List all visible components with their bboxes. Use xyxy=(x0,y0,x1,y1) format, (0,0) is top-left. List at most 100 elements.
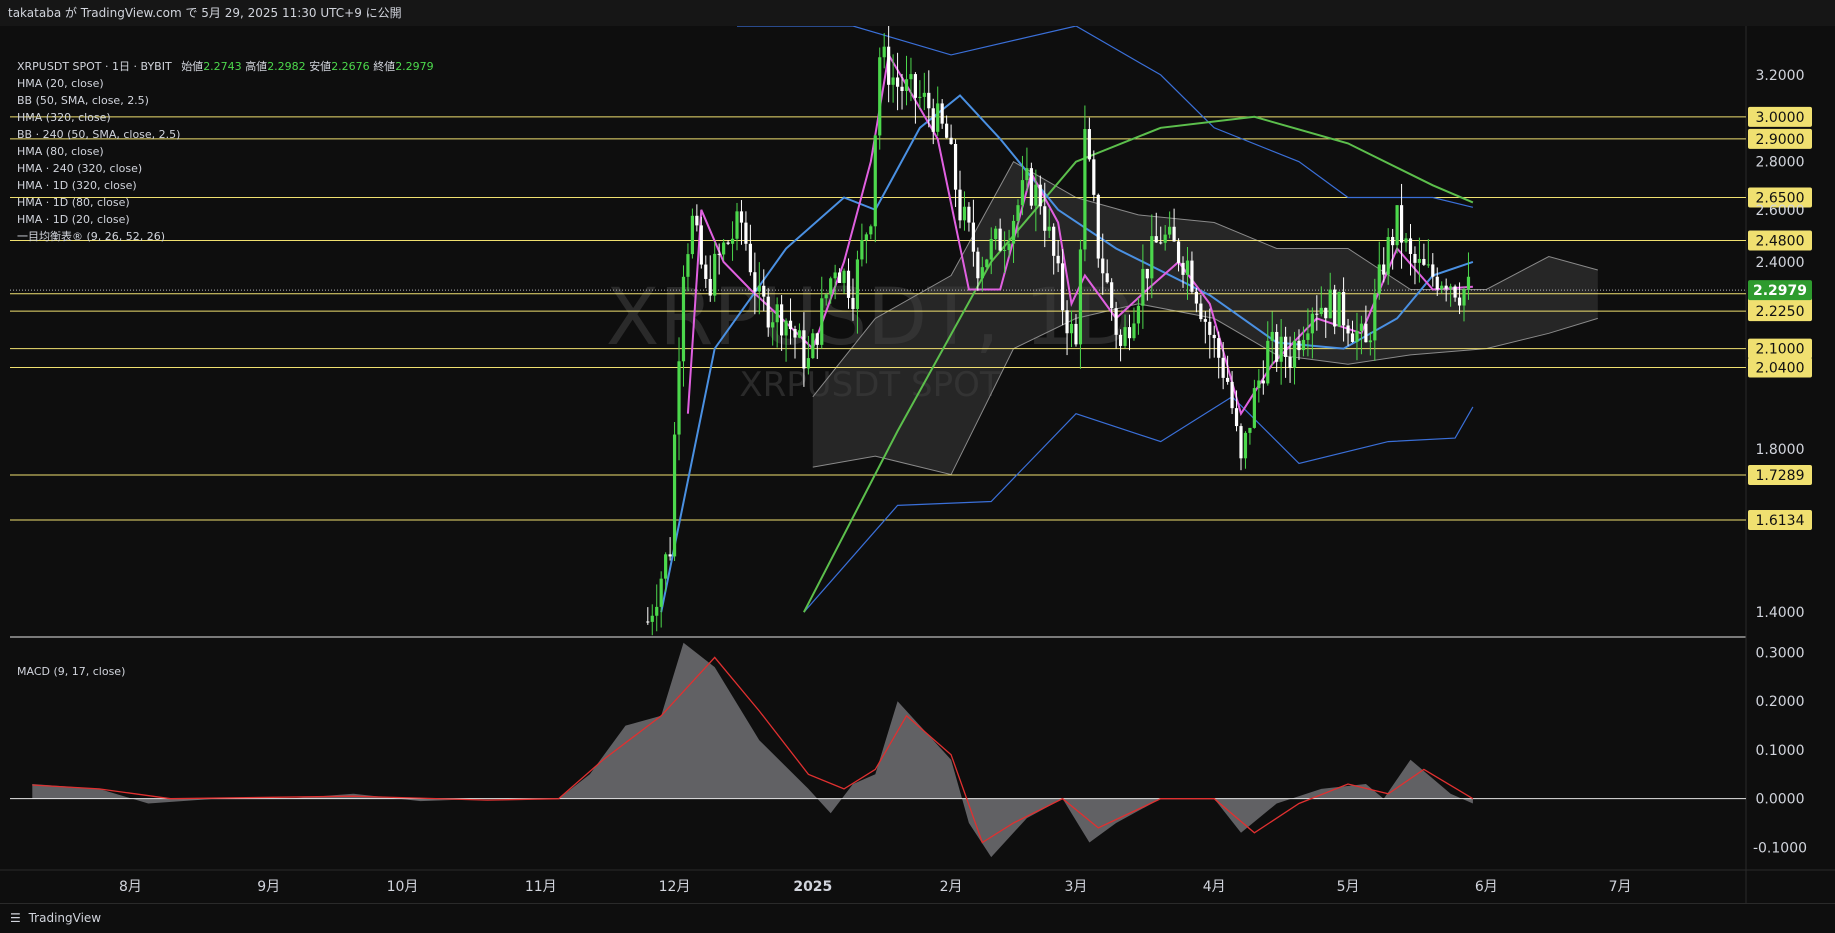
candle-body xyxy=(1292,340,1297,368)
candle-body xyxy=(1003,250,1007,252)
candle-body xyxy=(1324,307,1328,319)
candle-body xyxy=(1083,129,1087,250)
candle-body xyxy=(1208,321,1212,335)
indicator-bb-50[interactable]: BB (50, SMA, close, 2.5) xyxy=(17,92,434,109)
candle-body xyxy=(976,251,980,279)
indicator-hma-1d-20[interactable]: HMA · 1D (20, close) xyxy=(17,211,434,228)
candle-body xyxy=(1315,313,1319,315)
candle-body xyxy=(1391,236,1395,246)
candle-body xyxy=(659,578,663,607)
level-label-8: 1.7289 xyxy=(1756,468,1805,484)
level-label-0: 3.0000 xyxy=(1756,110,1805,126)
candle-body xyxy=(1248,427,1252,433)
candle-body xyxy=(1462,289,1466,306)
candle-body xyxy=(806,358,810,369)
indicator-hma-1d-80[interactable]: HMA · 1D (80, close) xyxy=(17,194,434,211)
candle-body xyxy=(1123,327,1127,346)
time-tick-9: 5月 xyxy=(1337,879,1360,895)
candle-body xyxy=(1221,357,1225,378)
footer-brand: TradingView xyxy=(28,911,102,925)
candle-body xyxy=(1096,194,1100,259)
ohlc-low-value: 2.2676 xyxy=(331,60,370,73)
candle-body xyxy=(824,294,828,299)
level-label-7: 2.0400 xyxy=(1756,360,1805,376)
candle-body xyxy=(681,276,686,362)
ohlc-low-label: 安値 xyxy=(309,60,332,73)
indicator-bb-240[interactable]: BB · 240 (50, SMA, close, 2.5) xyxy=(17,126,434,143)
candle-body xyxy=(927,92,931,109)
candle-body xyxy=(971,222,975,252)
candle-body xyxy=(1176,241,1181,263)
footer-bar: ☰ TradingView xyxy=(0,903,1835,932)
level-label-6: 2.1000 xyxy=(1756,342,1805,358)
candle-body xyxy=(650,615,654,622)
candle-body xyxy=(1350,333,1355,342)
candle-body xyxy=(672,434,677,557)
candle-body xyxy=(748,243,752,273)
candle-body xyxy=(1056,255,1060,264)
candle-body xyxy=(833,272,837,279)
candle-body xyxy=(780,304,784,336)
indicator-ichimoku[interactable]: 一目均衡表® (9, 26, 52, 26) xyxy=(17,228,434,245)
candle-body xyxy=(811,333,815,359)
macd-legend[interactable]: MACD (9, 17, close) xyxy=(17,665,125,678)
macd-tick-4: -0.1000 xyxy=(1753,840,1807,856)
level-label-5: 2.2250 xyxy=(1756,304,1805,320)
candle-body xyxy=(1306,333,1310,340)
candle-body xyxy=(1413,253,1417,263)
indicator-hma-240-320[interactable]: HMA · 240 (320, close) xyxy=(17,160,434,177)
candle-body xyxy=(1404,238,1408,243)
candle-body xyxy=(1444,285,1448,289)
ohlc-high-label: 高値 xyxy=(245,60,268,73)
level-label-3: 2.4800 xyxy=(1756,234,1805,250)
time-tick-10: 6月 xyxy=(1475,879,1498,895)
candle-body xyxy=(1373,293,1377,341)
candle-body xyxy=(1337,291,1341,327)
indicator-hma-1d-320[interactable]: HMA · 1D (320, close) xyxy=(17,177,434,194)
ohlc-high-value: 2.2982 xyxy=(267,60,306,73)
candle-body xyxy=(1341,291,1346,326)
candle-body xyxy=(882,46,886,58)
candle-body xyxy=(1275,331,1279,362)
candle-body xyxy=(1364,323,1368,343)
tradingview-logo-icon: ☰ xyxy=(10,911,21,925)
price-tick-2: 2.6000 xyxy=(1756,203,1805,219)
candle-body xyxy=(1399,205,1404,243)
candle-body xyxy=(909,74,913,80)
candle-body xyxy=(945,123,949,138)
time-tick-6: 2月 xyxy=(940,879,963,895)
candle-body xyxy=(699,225,703,265)
candle-body xyxy=(953,143,958,190)
candle-body xyxy=(1011,220,1016,244)
candle-body xyxy=(677,361,681,435)
legend-symbol-row: XRPUSDT SPOT · 1日 · BYBIT 始値2.2743 高値2.2… xyxy=(17,58,434,75)
candle-body xyxy=(1118,334,1123,346)
indicator-hma-320[interactable]: HMA (320, close) xyxy=(17,109,434,126)
time-tick-0: 8月 xyxy=(119,879,142,895)
candle-body xyxy=(1239,426,1243,459)
price-tick-4: 1.8000 xyxy=(1756,442,1805,458)
candle-body xyxy=(1016,205,1020,221)
candle-body xyxy=(664,554,668,579)
ohlc-close-value: 2.2979 xyxy=(395,60,434,73)
candle-body xyxy=(717,253,721,255)
candle-body xyxy=(1127,327,1132,339)
candle-body xyxy=(1328,289,1332,319)
candle-body xyxy=(1288,356,1292,368)
candle-body xyxy=(855,259,860,309)
candle-body xyxy=(1203,319,1207,322)
candle-body xyxy=(655,606,659,616)
candle-body xyxy=(730,238,735,244)
candle-body xyxy=(739,211,744,223)
candle-body xyxy=(1074,323,1078,345)
candle-body xyxy=(1163,234,1167,243)
candle-body xyxy=(1168,226,1172,235)
candle-body xyxy=(788,320,793,330)
candle-body xyxy=(1194,291,1199,304)
indicator-hma-20[interactable]: HMA (20, close) xyxy=(17,75,434,92)
indicator-hma-80[interactable]: HMA (80, close) xyxy=(17,143,434,160)
candle-body xyxy=(962,206,967,221)
candle-body xyxy=(1141,268,1145,306)
chart-area[interactable]: XRPUSDT, 1DXRPUSDT SPOT 3.00002.90002.65… xyxy=(0,26,1835,906)
candle-body xyxy=(1087,129,1091,160)
